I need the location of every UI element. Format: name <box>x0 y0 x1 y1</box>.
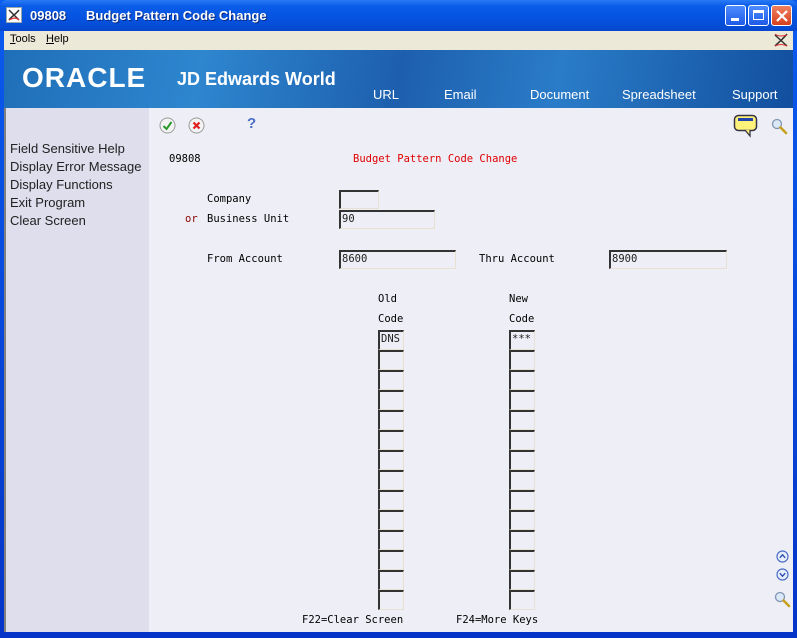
company-input[interactable] <box>339 190 379 209</box>
sidebar-item-display-error-message[interactable]: Display Error Message <box>10 159 142 174</box>
new-code-input[interactable] <box>509 550 535 570</box>
old-code-input[interactable] <box>378 370 404 390</box>
form-heading: Budget Pattern Code Change <box>353 153 518 165</box>
thru-account-label: Thru Account <box>479 253 555 265</box>
function-sidebar: Field Sensitive Help Display Error Messa… <box>4 108 149 632</box>
new-code-header-line1: New <box>509 293 528 305</box>
window-bottom-border <box>0 632 797 638</box>
old-code-input[interactable] <box>378 590 404 610</box>
maximize-icon <box>753 10 764 20</box>
sidebar-item-display-functions[interactable]: Display Functions <box>10 177 113 192</box>
jde-app-icon <box>6 7 22 23</box>
oracle-logo: ORACLE <box>22 62 147 93</box>
jde-logo-icon <box>774 33 788 47</box>
help-icon[interactable]: ? <box>247 115 256 132</box>
support-link[interactable]: Support <box>732 87 778 102</box>
new-code-input[interactable] <box>509 390 535 410</box>
company-label: Company <box>207 193 252 205</box>
page-up-icon[interactable] <box>776 550 789 563</box>
old-code-input[interactable]: DNS <box>378 330 404 350</box>
new-code-input[interactable] <box>509 470 535 490</box>
maximize-button[interactable] <box>748 5 769 26</box>
ok-icon[interactable] <box>159 117 176 134</box>
f24-more-keys-hint: F24=More Keys <box>456 614 539 626</box>
new-code-input[interactable] <box>509 590 535 610</box>
new-code-column: *** <box>509 330 535 610</box>
business-unit-label: Business Unit <box>207 213 290 225</box>
old-code-input[interactable] <box>378 470 404 490</box>
new-code-input[interactable] <box>509 510 535 530</box>
new-code-input[interactable] <box>509 410 535 430</box>
cancel-icon[interactable] <box>188 117 205 134</box>
window-program-code: 09808 <box>30 8 67 23</box>
sidebar-item-field-sensitive-help[interactable]: Field Sensitive Help <box>10 141 125 156</box>
grid-search-icon[interactable] <box>774 591 791 608</box>
close-icon <box>776 10 788 22</box>
new-code-input[interactable] <box>509 370 535 390</box>
old-code-input[interactable] <box>378 410 404 430</box>
close-button[interactable] <box>771 5 792 26</box>
menu-tools[interactable]: Tools <box>10 33 36 45</box>
business-unit-input[interactable]: 90 <box>339 210 435 229</box>
new-code-input[interactable] <box>509 350 535 370</box>
old-code-column: DNS <box>378 330 404 610</box>
old-code-input[interactable] <box>378 530 404 550</box>
f22-clear-screen-hint: F22=Clear Screen <box>302 614 404 626</box>
oracle-banner: ORACLE JD Edwards World URL Email Docume… <box>4 50 793 108</box>
email-link[interactable]: Email <box>444 87 477 102</box>
menu-help[interactable]: Help <box>46 33 69 45</box>
from-account-label: From Account <box>207 253 283 265</box>
old-code-header-line1: Old <box>378 293 397 305</box>
thru-account-input[interactable]: 8900 <box>609 250 727 269</box>
new-code-input[interactable] <box>509 450 535 470</box>
document-link[interactable]: Document <box>530 87 589 102</box>
old-code-input[interactable] <box>378 550 404 570</box>
program-id-label: 09808 <box>169 153 201 165</box>
old-code-input[interactable] <box>378 450 404 470</box>
old-code-input[interactable] <box>378 510 404 530</box>
new-code-input[interactable] <box>509 490 535 510</box>
old-code-input[interactable] <box>378 490 404 510</box>
minimize-icon <box>731 18 739 21</box>
search-icon[interactable] <box>771 118 788 135</box>
old-code-input[interactable] <box>378 390 404 410</box>
product-name: JD Edwards World <box>177 69 336 89</box>
page-down-icon[interactable] <box>776 568 789 581</box>
old-code-header-line2: Code <box>378 313 404 325</box>
window-title: Budget Pattern Code Change <box>86 8 267 23</box>
sidebar-item-clear-screen[interactable]: Clear Screen <box>10 213 86 228</box>
new-code-input[interactable] <box>509 570 535 590</box>
title-bar: 09808 Budget Pattern Code Change <box>0 0 797 31</box>
old-code-input[interactable] <box>378 430 404 450</box>
url-link[interactable]: URL <box>373 87 399 102</box>
messages-icon[interactable] <box>733 114 758 138</box>
new-code-input[interactable] <box>509 530 535 550</box>
menu-bar: Tools Help <box>4 31 793 50</box>
new-code-input[interactable]: *** <box>509 330 535 350</box>
sidebar-item-exit-program[interactable]: Exit Program <box>10 195 85 210</box>
new-code-input[interactable] <box>509 430 535 450</box>
old-code-input[interactable] <box>378 350 404 370</box>
old-code-input[interactable] <box>378 570 404 590</box>
or-label: or <box>185 213 198 225</box>
new-code-header-line2: Code <box>509 313 535 325</box>
minimize-button[interactable] <box>725 5 746 26</box>
from-account-input[interactable]: 8600 <box>339 250 456 269</box>
app-window: 09808 Budget Pattern Code Change Tools H… <box>0 0 797 638</box>
spreadsheet-link[interactable]: Spreadsheet <box>622 87 696 102</box>
